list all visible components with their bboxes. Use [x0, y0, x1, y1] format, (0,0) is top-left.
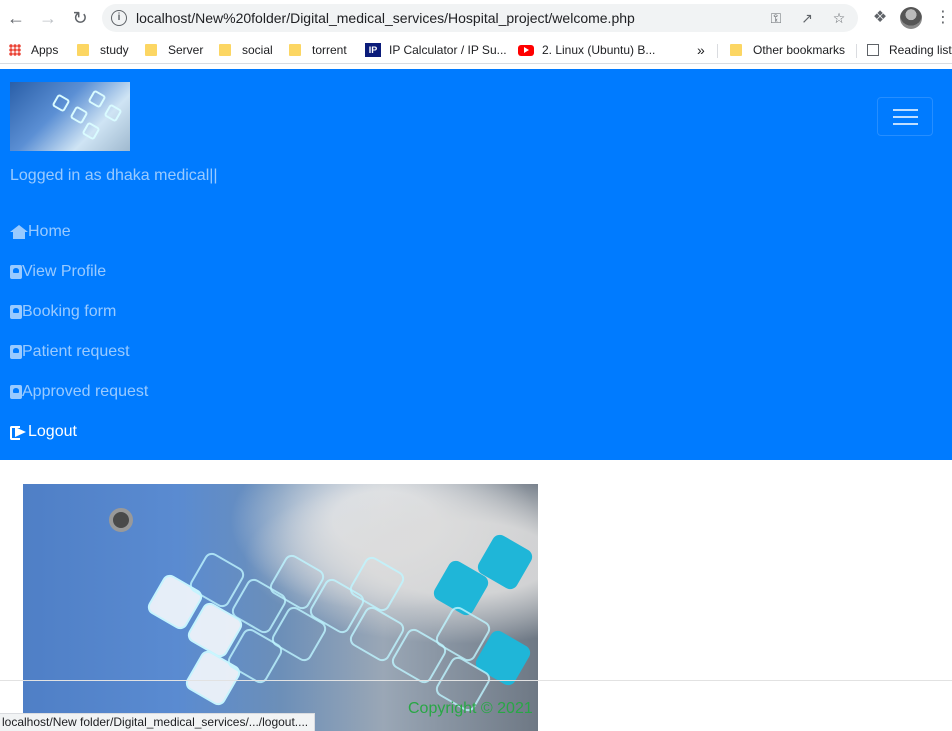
nav-link-logout[interactable]: Logout — [10, 420, 77, 444]
hamburger-icon — [893, 109, 918, 111]
hospital-logo[interactable] — [10, 82, 130, 151]
bookmark-label: Reading list — [889, 43, 952, 57]
address-book-icon — [10, 345, 22, 359]
reading-list-icon — [867, 44, 879, 56]
bookmarks-bar: Apps study Server social torrent IP IP C… — [0, 36, 952, 64]
share-icon[interactable]: ↗ — [799, 10, 815, 26]
extensions-puzzle-icon[interactable]: ❖ — [871, 9, 889, 27]
bookmark-label: Apps — [31, 43, 59, 57]
stethoscope-shape — [109, 508, 133, 532]
star-icon[interactable]: ☆ — [831, 10, 847, 26]
menu-kebab-icon[interactable]: ⋮ — [934, 9, 952, 27]
browser-toolbar: ← → ↻ i localhost/New%20folder/Digital_m… — [0, 0, 952, 36]
browser-status-bar: localhost/New folder/Digital_medical_ser… — [0, 713, 316, 731]
nav-link-booking-form[interactable]: Booking form — [10, 300, 116, 324]
reload-icon[interactable]: ↻ — [70, 8, 90, 28]
bookmark-server[interactable]: Server — [145, 42, 203, 58]
address-book-icon — [10, 265, 22, 279]
bookmark-social[interactable]: social — [219, 42, 273, 58]
navbar-toggler-button[interactable] — [877, 97, 933, 136]
nav-link-approved-request[interactable]: Approved request — [10, 380, 148, 404]
nav-link-patient-request[interactable]: Patient request — [10, 340, 130, 364]
nav-link-label: Home — [28, 223, 71, 240]
bookmark-label: study — [100, 43, 129, 57]
sign-out-icon — [10, 425, 28, 440]
nav-link-view-profile[interactable]: View Profile — [10, 260, 106, 284]
folder-icon — [219, 44, 231, 56]
folder-icon — [289, 44, 301, 56]
bookmark-apps[interactable]: Apps — [9, 42, 58, 58]
footer-divider — [0, 680, 952, 681]
bookmark-ip-calculator[interactable]: IP IP Calculator / IP Su... — [365, 42, 507, 58]
navbar: Logged in as dhaka medical|| Home View P… — [0, 69, 952, 460]
logged-in-text: Logged in as dhaka medical|| — [10, 167, 218, 184]
bookmarks-divider — [856, 44, 857, 58]
bookmark-label: social — [242, 43, 273, 57]
address-book-icon — [10, 385, 22, 399]
copyright-text: Copyright © 2021 — [408, 700, 533, 717]
forward-arrow-icon[interactable]: → — [38, 8, 58, 28]
nav-link-label: Booking form — [22, 303, 117, 320]
home-icon — [10, 225, 28, 239]
nav-link-home[interactable]: Home — [10, 220, 71, 244]
nav-link-label: Logout — [28, 423, 77, 440]
nav-link-label: Approved request — [22, 383, 149, 400]
address-bar[interactable]: i localhost/New%20folder/Digital_medical… — [102, 4, 858, 32]
bookmark-linux-ubuntu[interactable]: 2. Linux (Ubuntu) B... — [518, 42, 655, 58]
bookmark-label: torrent — [312, 43, 347, 57]
address-book-icon — [10, 305, 22, 319]
back-arrow-icon[interactable]: ← — [6, 8, 26, 28]
folder-icon — [77, 44, 89, 56]
apps-grid-icon — [9, 44, 21, 56]
nav-link-label: View Profile — [22, 263, 107, 280]
ip-icon: IP — [365, 43, 381, 57]
medical-hero-image — [23, 484, 538, 731]
key-icon[interactable]: ⚿ — [768, 10, 784, 26]
folder-icon — [730, 44, 742, 56]
url-text[interactable]: localhost/New%20folder/Digital_medical_s… — [136, 10, 635, 26]
site-info-icon[interactable]: i — [111, 10, 127, 26]
profile-avatar[interactable] — [900, 7, 922, 29]
bookmark-label: 2. Linux (Ubuntu) B... — [542, 43, 656, 57]
folder-icon — [145, 44, 157, 56]
bookmark-reading-list[interactable]: Reading list — [867, 42, 952, 58]
bookmark-other-bookmarks[interactable]: Other bookmarks — [730, 42, 845, 58]
bookmark-label: IP Calculator / IP Su... — [389, 43, 507, 57]
youtube-icon — [518, 44, 534, 56]
nav-link-label: Patient request — [22, 343, 130, 360]
bookmarks-overflow-chevron-icon[interactable]: » — [697, 42, 705, 58]
bookmark-label: Server — [168, 43, 204, 57]
bookmark-study[interactable]: study — [77, 42, 129, 58]
bookmarks-divider — [717, 44, 718, 58]
bookmark-torrent[interactable]: torrent — [289, 42, 347, 58]
bookmark-label: Other bookmarks — [753, 43, 846, 57]
